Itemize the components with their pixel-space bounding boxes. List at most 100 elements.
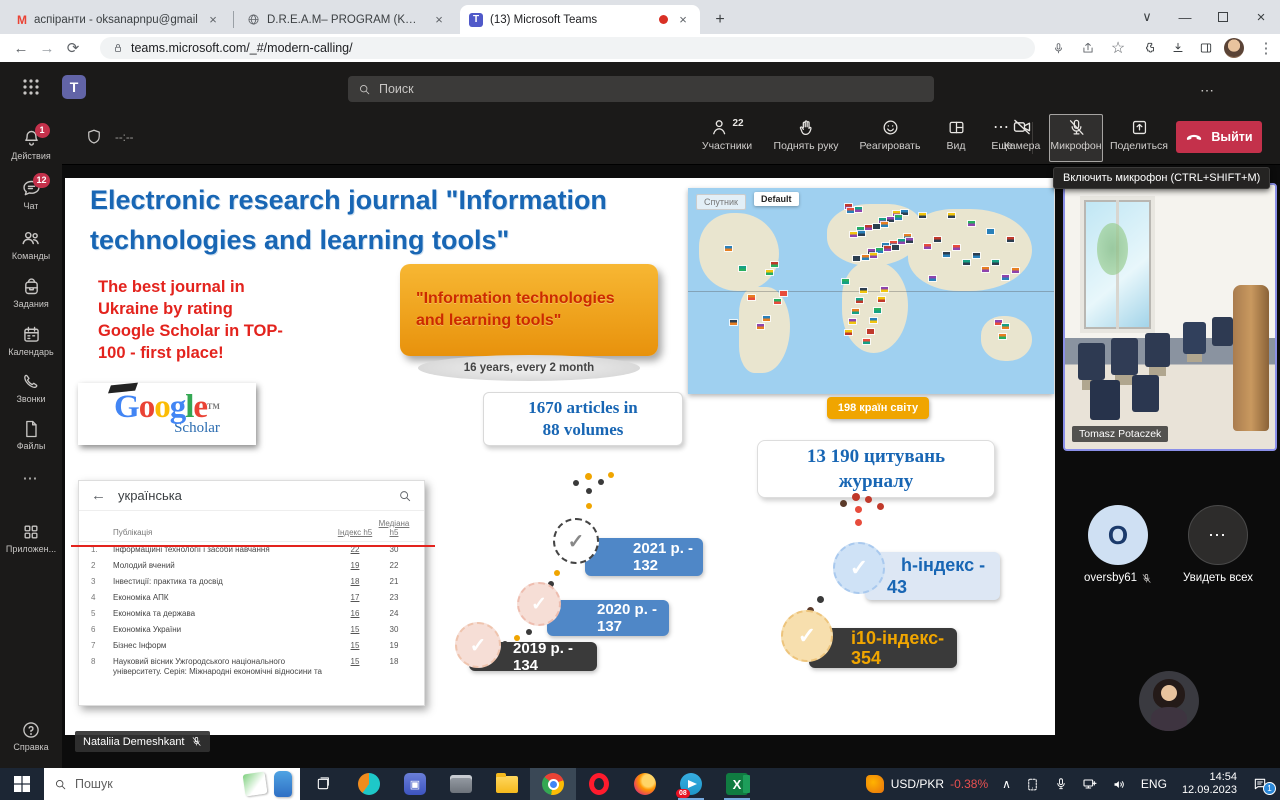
self-view-video[interactable] xyxy=(1139,671,1199,731)
react-button[interactable]: Реагировать xyxy=(852,117,928,152)
app-gray-device[interactable] xyxy=(438,768,484,800)
sidebar-item-chat[interactable]: 12 Чат xyxy=(0,170,62,218)
check-icon: ✓ xyxy=(531,593,547,616)
download-icon[interactable] xyxy=(1166,36,1190,60)
close-tab-icon[interactable]: × xyxy=(205,12,221,28)
sidebar-item-calendar[interactable]: Календарь xyxy=(0,316,62,364)
sidebar-more-button[interactable]: ⋯ xyxy=(0,464,62,492)
journal-name-text: "Information technologies and learning t… xyxy=(416,288,642,332)
country-flag-marker xyxy=(968,221,975,226)
col-h5-median[interactable]: Медіана h5 xyxy=(374,519,414,537)
teams-search-input[interactable]: Поиск xyxy=(348,76,934,102)
search-icon[interactable] xyxy=(398,489,412,503)
country-flag-marker xyxy=(852,309,859,314)
window-menu-button[interactable]: ∨ xyxy=(1128,0,1166,34)
participant-avatar-oversby61[interactable]: O xyxy=(1088,505,1148,565)
tray-chevron-up[interactable]: ∧ xyxy=(995,768,1018,800)
map-default-button[interactable]: Default xyxy=(754,192,799,206)
camera-button[interactable]: Камера xyxy=(998,117,1046,152)
waffle-menu-icon[interactable] xyxy=(22,78,40,101)
h5-index-value[interactable]: 16 xyxy=(336,609,374,619)
app-firefox[interactable] xyxy=(622,768,668,800)
app-opera[interactable] xyxy=(576,768,622,800)
new-tab-button[interactable]: + xyxy=(706,5,734,34)
mic-button[interactable]: Микрофон xyxy=(1050,117,1102,152)
view-button[interactable]: Вид xyxy=(936,117,976,152)
scholar-table-card: ← українська Публікація Індекс h5 Медіан… xyxy=(78,480,425,706)
raise-hand-button[interactable]: Поднять руку xyxy=(766,117,846,152)
sidebar-label: Действия xyxy=(11,151,50,161)
tray-mic-icon[interactable] xyxy=(1047,768,1075,800)
tray-clock[interactable]: 14:54 12.09.2023 xyxy=(1174,771,1245,797)
browser-tab-gmail[interactable]: M аспіранти - oksanapnpu@gmail × xyxy=(8,5,230,34)
share-button[interactable]: Поделиться xyxy=(1108,117,1170,152)
window-maximize-button[interactable] xyxy=(1204,0,1242,34)
see-all-participants-button[interactable]: ⋯ xyxy=(1188,505,1248,565)
speaker-video-tile[interactable]: Tomasz Potaczek xyxy=(1063,183,1277,451)
teams-more-icon[interactable]: ⋯ xyxy=(1200,82,1216,99)
sidebar-item-files[interactable]: Файлы xyxy=(0,411,62,459)
tray-network-icon[interactable] xyxy=(1075,768,1105,800)
app-telegram[interactable]: 08 xyxy=(668,768,714,800)
mic-tooltip: Включить микрофон (CTRL+SHIFT+M) xyxy=(1053,167,1270,189)
app-file-explorer[interactable] xyxy=(484,768,530,800)
sidebar-item-help[interactable]: Справка xyxy=(0,712,62,760)
sidebar-item-teams[interactable]: Команды xyxy=(0,220,62,268)
share-page-icon[interactable] xyxy=(1076,36,1100,60)
participants-button[interactable]: 22 Участники xyxy=(694,117,760,152)
app-blue-tool[interactable]: ▣ xyxy=(392,768,438,800)
start-button[interactable] xyxy=(0,768,44,800)
h5-index-value[interactable]: 18 xyxy=(336,577,374,587)
app-excel[interactable]: X xyxy=(714,768,760,800)
app-meet-now[interactable] xyxy=(346,768,392,800)
col-h5-index[interactable]: Індекс h5 xyxy=(336,528,374,537)
address-bar[interactable]: teams.microsoft.com/_#/modern-calling/ xyxy=(100,37,1035,59)
browser-menu-icon[interactable]: ⋮ xyxy=(1254,36,1278,60)
reload-button[interactable]: ⟳ xyxy=(60,36,86,60)
bookmark-star-icon[interactable]: ☆ xyxy=(1106,36,1130,60)
app-icon: ▣ xyxy=(404,773,426,795)
h5-index-value[interactable]: 15 xyxy=(336,641,374,651)
mic-permission-icon[interactable] xyxy=(1046,36,1070,60)
col-publication[interactable]: Публікація xyxy=(113,528,336,537)
forward-button[interactable]: → xyxy=(34,36,60,60)
teams-logo[interactable]: T xyxy=(62,75,86,99)
tray-language[interactable]: ENG xyxy=(1134,768,1174,800)
task-view-button[interactable] xyxy=(300,768,346,800)
window-close-button[interactable]: × xyxy=(1242,0,1280,34)
app-chrome[interactable] xyxy=(530,768,576,800)
sidebar-item-calls[interactable]: Звонки xyxy=(0,364,62,412)
taskbar-search-input[interactable]: Пошук xyxy=(44,768,300,800)
rosette-badge-2021: ✓ xyxy=(553,518,599,564)
sidepanel-icon[interactable] xyxy=(1194,36,1218,60)
news-widget[interactable]: USD/PKR -0.38% xyxy=(859,768,995,800)
hangup-icon xyxy=(1185,130,1203,144)
sidebar-item-assignments[interactable]: Задания xyxy=(0,268,62,316)
country-flag-marker xyxy=(881,287,888,292)
h5-index-value[interactable]: 15 xyxy=(336,657,374,667)
sidebar-item-apps[interactable]: Приложен... xyxy=(0,514,62,562)
back-arrow-icon[interactable]: ← xyxy=(91,487,106,504)
check-icon: ✓ xyxy=(798,623,816,649)
h5-index-value[interactable]: 15 xyxy=(336,625,374,635)
extensions-icon[interactable] xyxy=(1138,36,1162,60)
browser-tab-teams[interactable]: T (13) Microsoft Teams × xyxy=(460,5,700,34)
country-flag-marker xyxy=(853,256,860,261)
browser-profile-avatar[interactable] xyxy=(1222,36,1246,60)
tray-tablet-icon[interactable] xyxy=(1018,768,1047,800)
close-tab-icon[interactable]: × xyxy=(431,12,447,28)
map-satellite-button[interactable]: Спутник xyxy=(696,194,746,210)
button-label: Поделиться xyxy=(1110,140,1168,152)
chair xyxy=(1111,338,1138,375)
h5-index-value[interactable]: 17 xyxy=(336,593,374,603)
notification-center-button[interactable]: 1 xyxy=(1245,768,1280,800)
tray-volume-icon[interactable] xyxy=(1105,768,1134,800)
browser-tab-dream[interactable]: D.R.E.A.M– PROGRAM (KSIĄŻEC × xyxy=(238,5,456,34)
sidebar-item-activity[interactable]: 1 Действия xyxy=(0,120,62,168)
close-tab-icon[interactable]: × xyxy=(675,12,691,28)
window-minimize-button[interactable]: — xyxy=(1166,0,1204,34)
back-button[interactable]: ← xyxy=(8,36,34,60)
leave-call-button[interactable]: Выйти xyxy=(1176,121,1262,153)
h5-index-value[interactable]: 19 xyxy=(336,561,374,571)
country-flag-marker xyxy=(881,222,888,227)
